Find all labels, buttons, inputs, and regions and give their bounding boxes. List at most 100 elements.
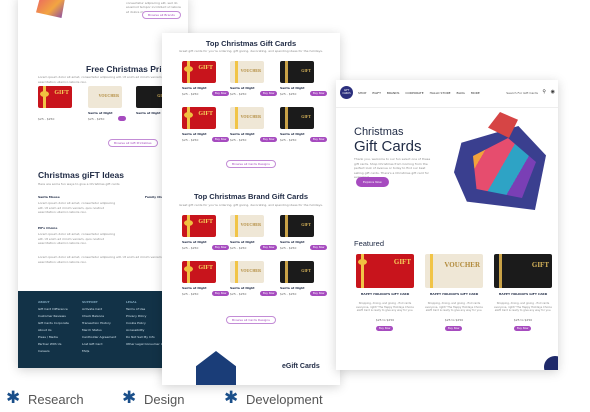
nav-item[interactable]: BRANDS (387, 91, 400, 95)
card-label: Santa at Night (280, 240, 305, 244)
card-price: $25 - $250 (230, 292, 247, 296)
card-art-text: VOUCHER (240, 68, 261, 73)
printable-card-1[interactable]: GIFT (38, 86, 72, 108)
ideas-title: Christmas giFT Ideas (38, 170, 124, 180)
top-gift-card[interactable]: GIFT (280, 107, 314, 129)
buy-now-button[interactable]: Buy Now (212, 245, 230, 250)
footer-link[interactable]: Gift Card Difference (38, 306, 69, 313)
brand-gift-card[interactable]: GIFT (280, 215, 314, 237)
printable-buy-button[interactable] (118, 116, 127, 121)
bow-decoration (184, 266, 193, 272)
site-logo[interactable]: GIFT CARDS (340, 86, 353, 99)
featured-card-image[interactable]: GIFT (494, 254, 552, 288)
top-gift-cards-subtitle: Great gift cards for you're ordering, gi… (179, 49, 323, 53)
browse-brands-button[interactable]: Browse all Brands (142, 11, 181, 19)
printable-card-2[interactable]: VOUCHER (88, 86, 122, 108)
featured-buy-button[interactable]: Buy Now (376, 326, 394, 331)
buy-now-button[interactable]: Buy Now (212, 137, 230, 142)
top-gift-card[interactable]: VOUCHER (230, 107, 264, 129)
idea-2-title: Elf's Choice (38, 226, 58, 230)
footer-link[interactable]: Gift Cards Corporate (38, 320, 69, 327)
brand-gift-card[interactable]: VOUCHER (230, 215, 264, 237)
footer-link[interactable]: Customer Reviews (38, 313, 69, 320)
featured-card-price: $25 to $250 (444, 318, 464, 322)
nav-item[interactable]: EGIFT (372, 91, 381, 95)
top-gift-cards-title: Top Christmas Gift Cards (205, 39, 297, 48)
brand-gift-card[interactable]: GIFT (280, 261, 314, 283)
footer-link[interactable]: Transaction History (82, 320, 116, 327)
featured-buy-button[interactable]: Buy Now (514, 326, 532, 331)
idea-1-title: Santa Moose (38, 195, 60, 199)
service-label: Development (246, 392, 323, 407)
printable-label-3: Santa at Night (136, 111, 161, 115)
ribbon-decoration (187, 261, 190, 283)
top-gift-card[interactable]: VOUCHER (230, 61, 264, 83)
card-art-text: GIFT (198, 265, 213, 271)
ribbon-decoration (235, 261, 238, 283)
nav-item[interactable]: CORPORATE (405, 91, 423, 95)
featured-card-image[interactable]: VOUCHER (425, 254, 483, 288)
middle-page-mockup: Top Christmas Gift Cards Great gift card… (162, 33, 340, 385)
footer-link[interactable]: Activate Card (82, 306, 116, 313)
browse-card-designs-button-1[interactable]: Browse all Cards Designs (226, 160, 276, 168)
buy-now-button[interactable]: Buy Now (260, 91, 278, 96)
footer-link[interactable]: Cardholder Agreement (82, 334, 116, 341)
brand-gift-card[interactable]: GIFT (182, 215, 216, 237)
brand-gift-cards-title: Top Christmas Brand Gift Cards (193, 192, 309, 201)
gift-illustration (36, 0, 66, 18)
footer-link[interactable]: Partner With Us (38, 341, 69, 348)
explore-now-button[interactable]: Explore Now (356, 177, 389, 187)
top-gift-card[interactable]: GIFT (280, 61, 314, 83)
buy-now-button[interactable]: Buy Now (260, 291, 278, 296)
buy-now-button[interactable]: Buy Now (310, 137, 328, 142)
browse-card-designs-button-2[interactable]: Browse all Cards Designs (226, 316, 276, 324)
brand-gift-cards-subtitle: Great gift cards for you're ordering, gi… (179, 203, 323, 207)
card-art-text: GIFT (198, 111, 213, 117)
buy-now-button[interactable]: Buy Now (212, 91, 230, 96)
card-price: $25 - $250 (230, 138, 247, 142)
card-label: Santa at Night (230, 286, 255, 290)
footer-link[interactable]: Check Balance (82, 313, 116, 320)
featured-buy-button[interactable]: Buy Now (445, 326, 463, 331)
featured-card-desc: Shopping, dining, and giving - find card… (494, 302, 552, 313)
footer-link[interactable]: About Us (38, 327, 69, 334)
featured-card-image[interactable]: GIFT (356, 254, 414, 288)
footer-link[interactable]: Merch Status (82, 327, 116, 334)
card-art-text: GIFT (301, 268, 311, 273)
footer-link[interactable]: Press / Media (38, 334, 69, 341)
ribbon-decoration (187, 61, 190, 83)
buy-now-button[interactable]: Buy Now (310, 245, 328, 250)
buy-now-button[interactable]: Buy Now (212, 291, 230, 296)
service-design: ✱ Design (122, 388, 184, 407)
footer-link[interactable]: FAQs (82, 348, 116, 355)
top-gift-card[interactable]: GIFT (182, 107, 216, 129)
footer-head-about: ABOUT (38, 300, 50, 304)
card-art-text: VOUCHER (444, 261, 480, 269)
cart-icon[interactable]: ◉ (551, 89, 555, 95)
featured-card-name: HAPPY HOLIDAYS GIFT CARD (429, 292, 479, 296)
card-label: Santa at Night (182, 286, 207, 290)
hero-title-line2: Gift Cards (354, 138, 422, 155)
buy-now-button[interactable]: Buy Now (260, 137, 278, 142)
featured-card-desc: Shopping, dining, and giving - find card… (425, 302, 483, 313)
bow-decoration (184, 66, 193, 72)
top-gift-card[interactable]: GIFT (182, 61, 216, 83)
nav-item[interactable]: SHOP (358, 91, 366, 95)
printable-price-2: $25 - $250 (88, 117, 105, 121)
card-label: Santa at Night (230, 86, 255, 90)
front-page-mockup: GIFT CARDS SHOP EGIFT BRANDS CORPORATE H… (336, 80, 558, 370)
buy-now-button[interactable]: Buy Now (310, 91, 328, 96)
footer-link[interactable]: Lost Gift Card (82, 341, 116, 348)
card-price: $25 - $250 (182, 246, 199, 250)
buy-now-button[interactable]: Buy Now (310, 291, 328, 296)
egift-cards-heading: eGift Cards (282, 363, 320, 370)
ribbon-decoration (235, 215, 238, 237)
brand-gift-card[interactable]: GIFT (182, 261, 216, 283)
buy-now-button[interactable]: Buy Now (260, 245, 278, 250)
browse-printables-button[interactable]: Browse all Gift Printables (108, 139, 158, 147)
footer-link[interactable]: Careers (38, 348, 69, 355)
ribbon-decoration (187, 107, 190, 129)
brand-gift-card[interactable]: VOUCHER (230, 261, 264, 283)
footer-col-about: ABOUT Gift Card Difference Customer Revi… (38, 299, 69, 355)
card-label: Santa at Night (280, 86, 305, 90)
